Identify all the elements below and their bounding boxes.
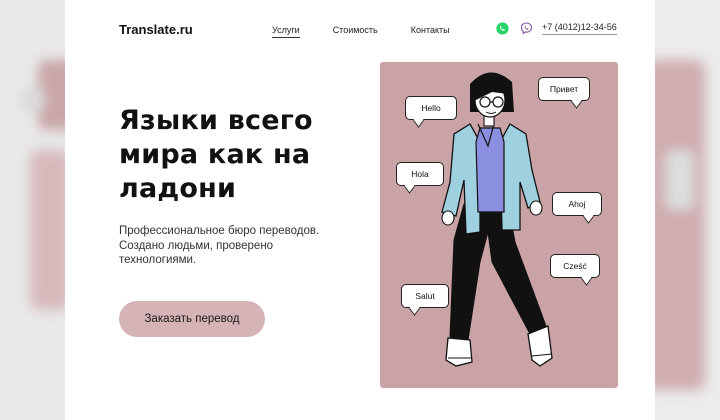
blurred-left-margin: [0, 0, 65, 420]
hero-headline: Языки всего мира как на ладони: [119, 104, 359, 206]
site-logo[interactable]: Translate.ru: [119, 22, 193, 37]
headline-line: Языки всего: [119, 105, 313, 136]
speech-bubble: Hola: [396, 162, 444, 186]
whatsapp-icon[interactable]: [496, 22, 509, 35]
headline-line: мира как на: [119, 139, 311, 170]
speech-bubble: Cześć: [550, 254, 600, 278]
phone-number[interactable]: +7 (4012)12-34-56: [542, 22, 617, 35]
hero-subtitle: Профессиональное бюро переводов. Создано…: [119, 224, 369, 268]
nav-item-pricing[interactable]: Стоимость: [333, 25, 378, 38]
main-nav: Услуги Стоимость Контакты: [272, 25, 450, 38]
speech-bubble: Ahoj: [552, 192, 602, 216]
nav-item-contacts[interactable]: Контакты: [411, 25, 450, 38]
blurred-right-margin: [655, 0, 720, 420]
viber-icon[interactable]: [520, 22, 533, 35]
hero-illustration: Hello Привет Hola Ahoj Cześć Salut: [380, 62, 618, 388]
speech-bubble: Hello: [405, 96, 457, 120]
contact-block: +7 (4012)12-34-56: [496, 22, 617, 35]
speech-bubble: Привет: [538, 77, 590, 101]
landing-page: Translate.ru Услуги Стоимость Контакты +…: [65, 0, 655, 420]
speech-bubble: Salut: [401, 284, 449, 308]
order-translation-button[interactable]: Заказать перевод: [119, 301, 265, 337]
nav-item-services[interactable]: Услуги: [272, 25, 300, 38]
subtitle-line: технологиями.: [119, 254, 197, 266]
subtitle-line: Профессиональное бюро переводов.: [119, 225, 320, 237]
headline-line: ладони: [119, 173, 237, 204]
subtitle-line: Создано людьми, проверено: [119, 239, 274, 252]
